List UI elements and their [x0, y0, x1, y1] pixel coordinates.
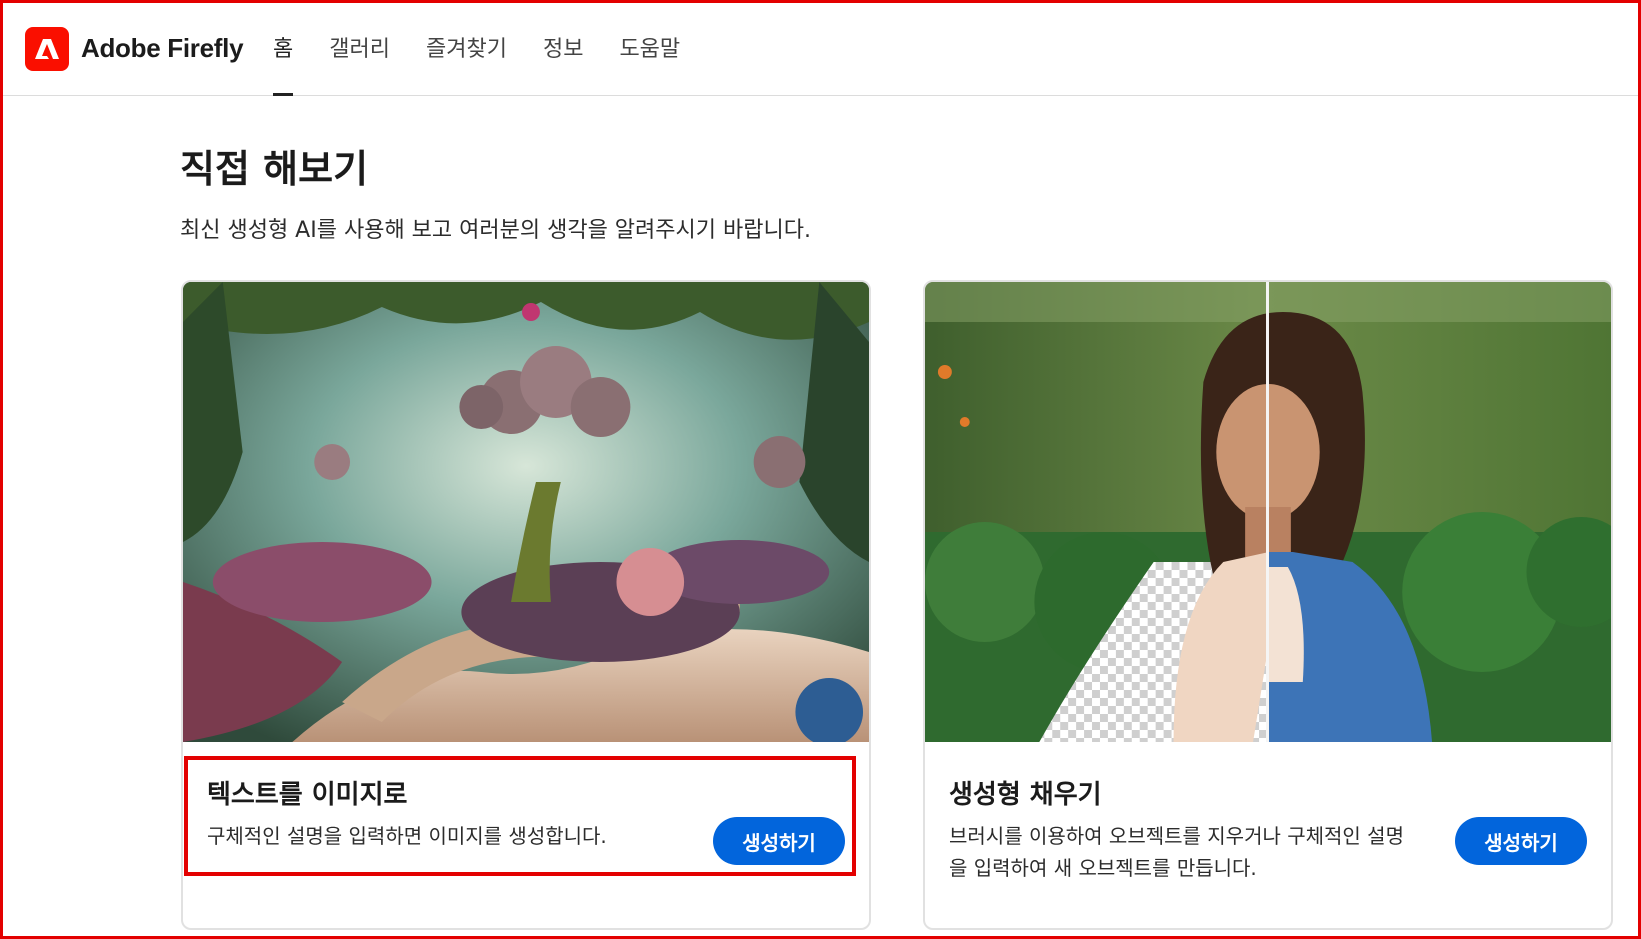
nav-item-home[interactable]: 홈 [273, 3, 294, 96]
card-title: 생성형 채우기 [949, 780, 1102, 810]
adobe-a-icon [35, 39, 59, 59]
page-subtitle: 최신 생성형 AI를 사용해 보고 여러분의 생각을 알려주시기 바랍니다. [180, 218, 811, 243]
card-description: 브러시를 이용하여 오브젝트를 지우거나 구체적인 설명을 입력하여 새 오브젝… [949, 824, 1404, 880]
nav-item-about[interactable]: 정보 [543, 3, 583, 96]
woman-portrait-fill-image [925, 282, 1611, 742]
text-to-image-card[interactable]: 텍스트를 이미지로 구체적인 설명을 입력하면 이미지를 생성합니다. 생성하기 [181, 280, 871, 930]
main-nav: 홈 갤러리 즐겨찾기 정보 도움말 [273, 3, 716, 96]
top-header: Adobe Firefly 홈 갤러리 즐겨찾기 정보 도움말 [3, 3, 1638, 96]
card-title: 텍스트를 이미지로 [207, 780, 408, 810]
nav-item-favorites[interactable]: 즐겨찾기 [426, 3, 507, 96]
fantasy-garden-image [183, 282, 869, 742]
nav-item-gallery[interactable]: 갤러리 [329, 3, 390, 96]
brand-name[interactable]: Adobe Firefly [81, 33, 244, 64]
generate-button[interactable]: 생성하기 [713, 817, 845, 865]
card-description: 구체적인 설명을 입력하면 이미지를 생성합니다. [207, 824, 607, 848]
nav-item-help[interactable]: 도움말 [619, 3, 680, 96]
adobe-firefly-logo-icon[interactable] [25, 27, 69, 71]
generative-fill-card[interactable]: 생성형 채우기 브러시를 이용하여 오브젝트를 지우거나 구체적인 설명을 입력… [923, 280, 1613, 930]
generate-button[interactable]: 생성하기 [1455, 817, 1587, 865]
page-title: 직접 해보기 [180, 147, 369, 191]
